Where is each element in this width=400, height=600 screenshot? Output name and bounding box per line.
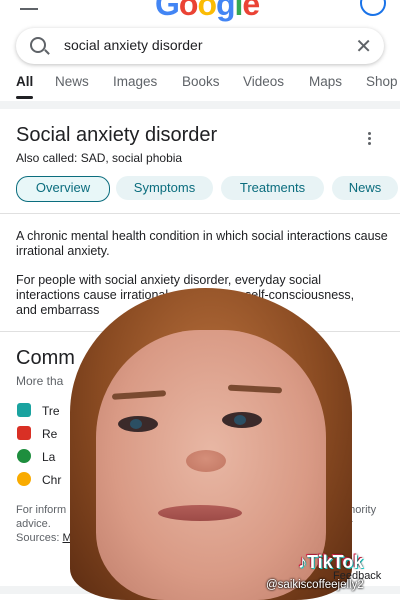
account-circle-icon[interactable]	[360, 0, 386, 16]
tiktok-handle: @saikiscoffeejelly2	[266, 579, 364, 591]
search-box[interactable]: social anxiety disorder ✕	[16, 28, 384, 64]
common-item-label[interactable]: Tre	[42, 404, 60, 418]
top-bar: Google	[0, 0, 400, 22]
person-eye-right	[222, 412, 262, 428]
common-section-title: Comm	[16, 347, 75, 369]
divider-line	[0, 213, 400, 214]
tab-all[interactable]: All	[16, 74, 34, 99]
sources-label: Sources:	[16, 532, 63, 544]
common-item-label[interactable]: Chr	[42, 473, 61, 487]
lab-test-icon	[17, 449, 31, 463]
calendar-icon	[17, 426, 31, 440]
google-logo[interactable]: Google	[155, 0, 260, 23]
common-item-label[interactable]: Re	[42, 427, 57, 441]
person-mouth	[158, 505, 242, 521]
section-divider	[0, 101, 400, 109]
chip-symptoms[interactable]: Symptoms	[116, 176, 213, 200]
logo-letter: G	[155, 0, 180, 22]
search-input[interactable]: social anxiety disorder	[64, 37, 203, 53]
logo-letter: o	[197, 0, 217, 22]
kp-description: A chronic mental health condition in whi…	[16, 229, 388, 258]
common-item-label[interactable]: La	[42, 450, 55, 464]
chip-treatments[interactable]: Treatments	[221, 176, 324, 200]
chip-news[interactable]: News	[332, 176, 398, 200]
person-eye-left	[118, 416, 158, 432]
kp-title: Social anxiety disorder	[16, 124, 218, 146]
logo-letter: g	[215, 0, 236, 22]
close-icon[interactable]: ✕	[355, 34, 372, 59]
common-section-subtitle: More tha	[16, 374, 64, 388]
tab-news[interactable]: News	[55, 74, 89, 89]
search-tabs: All News Images Books Videos Maps Shop	[0, 74, 400, 100]
more-options-icon[interactable]	[368, 132, 371, 147]
tab-images[interactable]: Images	[113, 74, 157, 89]
tab-shop[interactable]: Shop	[366, 74, 398, 89]
chip-overview[interactable]: Overview	[16, 176, 110, 202]
logo-letter: o	[178, 0, 199, 22]
search-icon[interactable]	[30, 37, 46, 53]
medicine-bottle-icon	[17, 403, 31, 417]
logo-letter: e	[242, 0, 260, 22]
clock-icon	[17, 472, 31, 486]
tab-maps[interactable]: Maps	[309, 74, 342, 89]
kp-also-called: Also called: SAD, social phobia	[16, 151, 183, 165]
hamburger-icon[interactable]	[20, 0, 38, 10]
tiktok-brand: TikTok	[307, 552, 364, 572]
kp-description-2-line-1: For people with social anxiety disorder,…	[16, 273, 322, 287]
person-nose	[186, 450, 226, 472]
tab-books[interactable]: Books	[182, 74, 220, 89]
tab-videos[interactable]: Videos	[243, 74, 284, 89]
